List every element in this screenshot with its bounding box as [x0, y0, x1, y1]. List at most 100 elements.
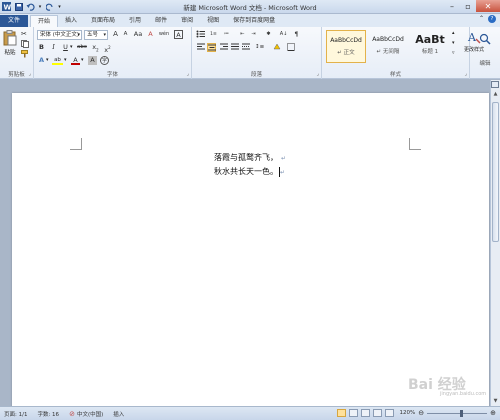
underline-dropdown-icon[interactable]: ▾: [70, 44, 73, 50]
styles-launcher-icon[interactable]: ⌟: [465, 71, 467, 77]
print-layout-view-button[interactable]: [336, 409, 346, 417]
tab-review[interactable]: 审阅: [174, 15, 200, 27]
find-icon[interactable]: [479, 33, 491, 47]
multilevel-list-icon[interactable]: ≔: [222, 30, 231, 39]
font-launcher-icon[interactable]: ⌟: [187, 71, 189, 77]
document-page[interactable]: 落霞与孤鹜齐飞， ↵ 秋水共长天一色。 ↵: [12, 93, 489, 406]
maximize-button[interactable]: ▫: [460, 0, 476, 12]
character-border-button[interactable]: A: [174, 30, 183, 39]
zoom-level[interactable]: 120%: [400, 410, 416, 416]
tab-baidu-netdisk[interactable]: 保存到百度网盘: [226, 15, 282, 27]
scroll-up-icon[interactable]: ▲: [491, 90, 500, 99]
styles-scroll-up-icon[interactable]: ▴: [452, 30, 455, 36]
chinese-layout-icon[interactable]: ✱: [264, 30, 273, 39]
cut-icon[interactable]: ✂: [21, 30, 27, 38]
align-left-icon[interactable]: [196, 43, 205, 52]
text-effects-dropdown-icon[interactable]: ▾: [46, 57, 49, 63]
text-effects-button[interactable]: A: [37, 56, 46, 65]
bold-button[interactable]: B: [37, 43, 46, 52]
show-marks-icon[interactable]: ¶: [292, 30, 301, 39]
paste-button[interactable]: 粘贴: [2, 30, 18, 60]
page-count[interactable]: 页面: 1/1: [4, 410, 27, 418]
subscript-button[interactable]: x2: [91, 43, 100, 52]
highlight-button[interactable]: ab: [52, 56, 63, 65]
phonetic-guide-button[interactable]: wén: [158, 30, 170, 39]
increase-indent-icon[interactable]: ⇥: [249, 30, 258, 39]
close-button[interactable]: ✕: [476, 0, 500, 12]
grow-font-button[interactable]: A: [111, 30, 120, 39]
minimize-ribbon-icon[interactable]: ⌃: [479, 15, 484, 23]
font-size-select[interactable]: 五号 ▾: [84, 30, 108, 40]
window-title: 新建 Microsoft Word 文档 - Microsoft Word: [183, 4, 317, 12]
align-center-icon[interactable]: [207, 43, 216, 52]
shrink-font-button[interactable]: A: [121, 30, 130, 39]
style-heading-1[interactable]: AaBt 标题 1: [410, 30, 450, 63]
language-label: 中文(中国): [76, 411, 104, 418]
paste-label: 粘贴: [4, 50, 16, 56]
align-right-icon[interactable]: [219, 43, 228, 52]
justify-icon[interactable]: [230, 43, 239, 52]
decrease-indent-icon[interactable]: ⇤: [238, 30, 247, 39]
ribbon: 粘贴 ✂ 剪贴板 ⌟ 宋体 (中文正文) ▾ 五号 ▾ A A Aa A wén A…: [0, 27, 500, 79]
strikethrough-button[interactable]: abc: [76, 43, 88, 52]
zoom-slider[interactable]: [427, 409, 488, 417]
web-layout-view-button[interactable]: [360, 409, 370, 417]
copy-icon[interactable]: [21, 40, 29, 50]
sort-button[interactable]: A↓: [278, 30, 289, 39]
italic-button[interactable]: I: [49, 43, 58, 52]
minimize-button[interactable]: –: [444, 0, 460, 12]
clipboard-launcher-icon[interactable]: ⌟: [29, 71, 31, 77]
styles-scroll-down-icon[interactable]: ▾: [452, 40, 455, 46]
enclose-characters-button[interactable]: 字: [100, 56, 109, 65]
highlight-dropdown-icon[interactable]: ▾: [64, 57, 67, 63]
tab-file[interactable]: 文件: [0, 15, 28, 27]
line-spacing-icon[interactable]: ↕≡: [255, 43, 264, 52]
ribbon-tabs: 文件 开始 插入 页面布局 引用 邮件 审阅 视图 保存到百度网盘 ⌃ ?: [0, 14, 500, 27]
format-painter-icon[interactable]: [21, 50, 29, 60]
borders-icon[interactable]: [286, 43, 295, 52]
scroll-down-icon[interactable]: ▼: [491, 397, 500, 406]
zoom-in-icon[interactable]: ⊕: [490, 409, 496, 417]
shading-icon[interactable]: [272, 43, 281, 52]
bullets-icon[interactable]: [196, 30, 205, 39]
font-color-button[interactable]: A: [71, 56, 80, 65]
numbering-icon[interactable]: 1≡: [209, 30, 218, 39]
document-area: 落霞与孤鹜齐飞， ↵ 秋水共长天一色。 ↵: [0, 80, 490, 406]
help-icon[interactable]: ?: [488, 15, 496, 23]
change-case-button[interactable]: Aa: [132, 30, 144, 39]
clear-formatting-button[interactable]: A: [146, 30, 155, 39]
underline-button[interactable]: U: [61, 43, 70, 52]
tab-insert[interactable]: 插入: [58, 15, 84, 27]
character-shading-button[interactable]: A: [88, 56, 97, 65]
font-color-dropdown-icon[interactable]: ▾: [81, 57, 84, 63]
vertical-scrollbar[interactable]: ▲ ▼: [490, 80, 500, 406]
tab-references[interactable]: 引用: [122, 15, 148, 27]
distributed-icon[interactable]: [241, 43, 250, 52]
language-status[interactable]: ⊘ 中文(中国): [69, 410, 103, 418]
tab-page-layout[interactable]: 页面布局: [84, 15, 122, 27]
style-normal-sample: AaBbCcDd: [330, 37, 362, 44]
superscript-button[interactable]: x2: [103, 43, 112, 54]
font-name-select[interactable]: 宋体 (中文正文) ▾: [37, 30, 82, 40]
draft-view-button[interactable]: [384, 409, 394, 417]
watermark-url: jingyan.baidu.com: [440, 391, 487, 397]
styles-more-icon[interactable]: ▿: [452, 50, 455, 56]
zoom-slider-thumb[interactable]: [460, 409, 464, 417]
tab-mailings[interactable]: 邮件: [148, 15, 174, 27]
tab-view[interactable]: 视图: [200, 15, 226, 27]
paragraph-launcher-icon[interactable]: ⌟: [317, 71, 319, 77]
font-name-value: 宋体 (中文正文): [40, 32, 80, 38]
style-no-spacing[interactable]: AaBbCcDd ↵ 无间隔: [368, 30, 408, 63]
full-screen-view-button[interactable]: [348, 409, 358, 417]
view-ruler-icon[interactable]: [491, 81, 499, 88]
style-normal-name: ↵ 正文: [337, 50, 355, 56]
word-count[interactable]: 字数: 16: [37, 410, 59, 418]
document-text[interactable]: 落霞与孤鹜齐飞， ↵ 秋水共长天一色。 ↵: [214, 151, 286, 179]
insert-mode[interactable]: 插入: [113, 410, 124, 418]
outline-view-button[interactable]: [372, 409, 382, 417]
tab-home[interactable]: 开始: [30, 15, 59, 27]
scrollbar-thumb[interactable]: [492, 102, 499, 242]
zoom-out-icon[interactable]: ⊖: [418, 409, 424, 417]
style-no-spacing-name: ↵ 无间隔: [376, 49, 400, 55]
style-normal[interactable]: AaBbCcDd ↵ 正文: [326, 30, 366, 63]
